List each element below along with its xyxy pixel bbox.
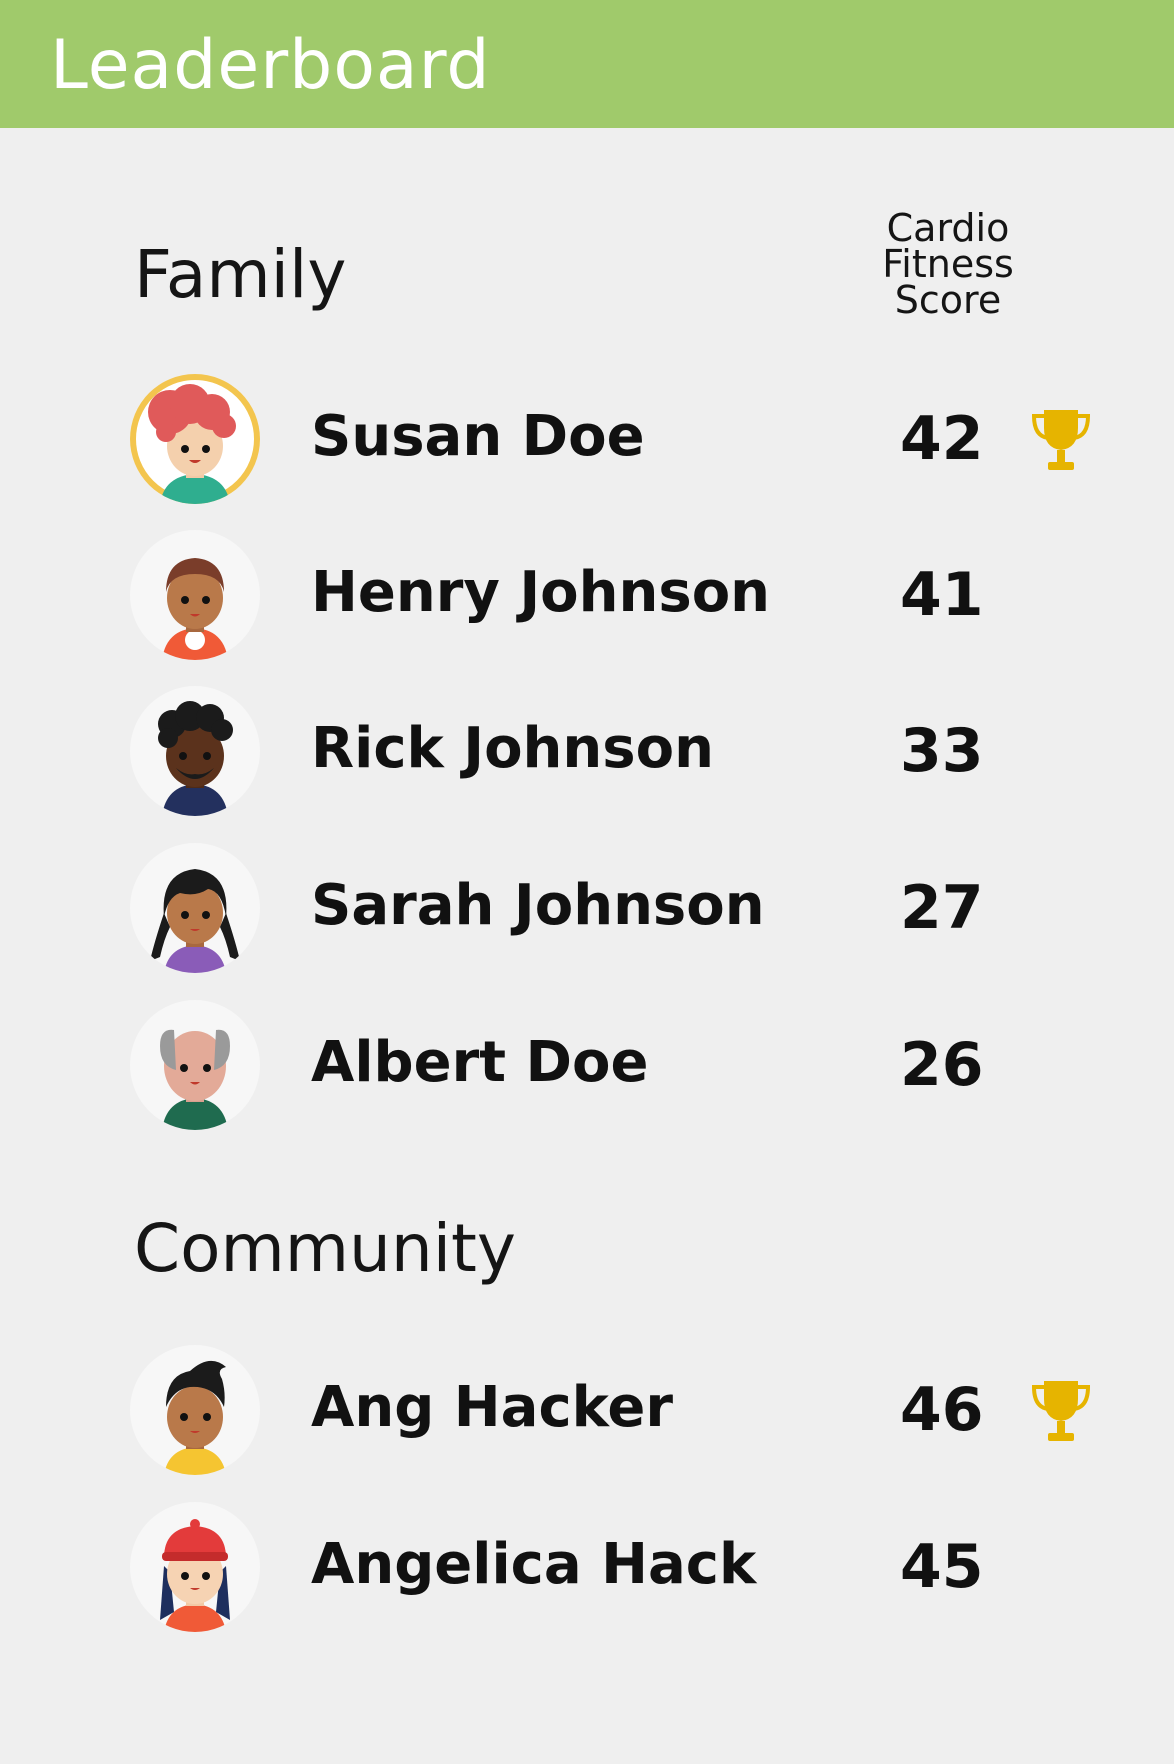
member-name: Angelica Hack bbox=[311, 1532, 757, 1597]
member-score: 46 bbox=[900, 1375, 984, 1445]
leaderboard-row[interactable]: Susan Doe 42 bbox=[0, 374, 1174, 504]
leaderboard-row[interactable]: Sarah Johnson 27 bbox=[0, 843, 1174, 973]
leaderboard-row[interactable]: Ang Hacker 46 bbox=[0, 1345, 1174, 1475]
avatar-brown-hair-man-icon[interactable] bbox=[130, 530, 260, 660]
score-column-header: Cardio Fitness Score bbox=[870, 206, 1026, 322]
member-score: 26 bbox=[900, 1030, 984, 1100]
section-title-family: Family bbox=[134, 236, 347, 313]
member-name: Susan Doe bbox=[311, 404, 645, 469]
member-score: 33 bbox=[900, 716, 984, 786]
member-name: Ang Hacker bbox=[311, 1375, 673, 1440]
app-title: Leaderboard bbox=[50, 26, 491, 105]
member-name: Albert Doe bbox=[311, 1030, 649, 1095]
avatar-red-curly-hair-woman-icon[interactable] bbox=[130, 374, 260, 504]
leaderboard-row[interactable]: Albert Doe 26 bbox=[0, 1000, 1174, 1130]
leaderboard-row[interactable]: Rick Johnson 33 bbox=[0, 686, 1174, 816]
app-bar: Leaderboard bbox=[0, 0, 1174, 128]
member-name: Henry Johnson bbox=[311, 560, 771, 625]
member-score: 27 bbox=[900, 873, 984, 943]
member-name: Rick Johnson bbox=[311, 716, 714, 781]
score-header-line: Score bbox=[894, 278, 1002, 322]
avatar-black-quiff-man-icon[interactable] bbox=[130, 1345, 260, 1475]
score-header-line: Fitness bbox=[882, 242, 1014, 286]
avatar-bald-old-man-icon[interactable] bbox=[130, 1000, 260, 1130]
section-title-community: Community bbox=[134, 1210, 516, 1287]
trophy-icon bbox=[1031, 410, 1091, 470]
member-score: 42 bbox=[900, 404, 984, 474]
avatar-pigtails-girl-icon[interactable] bbox=[130, 843, 260, 973]
leaderboard-row[interactable]: Henry Johnson 41 bbox=[0, 530, 1174, 660]
leaderboard-row[interactable]: Angelica Hack 45 bbox=[0, 1502, 1174, 1632]
member-name: Sarah Johnson bbox=[311, 873, 765, 938]
avatar-red-cap-woman-icon[interactable] bbox=[130, 1502, 260, 1632]
avatar-afro-beard-man-icon[interactable] bbox=[130, 686, 260, 816]
member-score: 41 bbox=[900, 560, 984, 630]
member-score: 45 bbox=[900, 1532, 984, 1602]
score-header-line: Cardio bbox=[886, 206, 1010, 250]
trophy-icon bbox=[1031, 1381, 1091, 1441]
